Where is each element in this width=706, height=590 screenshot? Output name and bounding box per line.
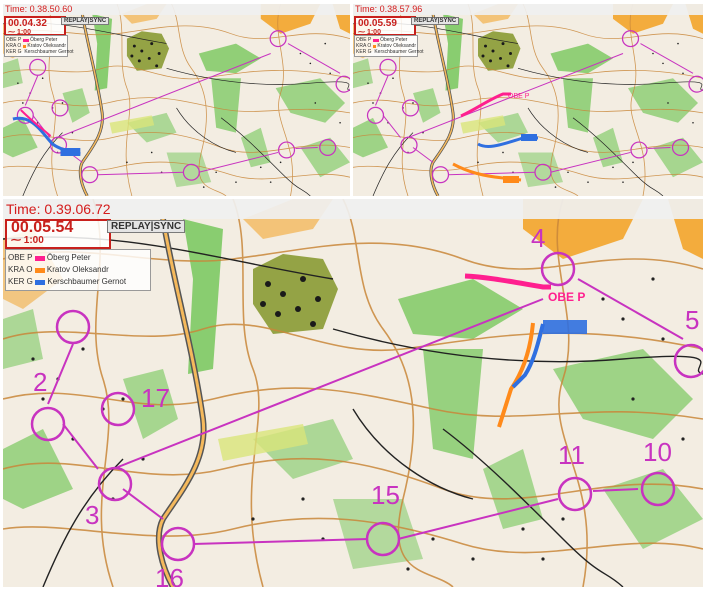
runner-tag-orange xyxy=(503,176,519,183)
replay-sync-button[interactable]: REPLAY|SYNC xyxy=(107,220,186,233)
replay-panel-top-right: OBE P Time: 0.38.57.96 00.05.59 ⁓ 1:00 R… xyxy=(353,4,703,196)
elapsed-clock-value: 00.05.54 xyxy=(11,219,74,236)
replay-label: REPLAY xyxy=(64,18,88,24)
elapsed-clock: 00.05.54 ⁓ 1:00 xyxy=(5,219,111,249)
replay-sync-button[interactable]: REPLAY|SYNC xyxy=(411,17,460,25)
runner-name: Kerschbaumer Gernot xyxy=(47,277,127,286)
runner-color-swatch xyxy=(372,38,379,42)
legend-row: KER G Kerschbaumer Gernot xyxy=(8,276,148,288)
runner-legend: OBE P Öberg Peter KRA O Kratov Oleksandr… xyxy=(5,249,151,291)
control-number: 10 xyxy=(643,437,672,467)
runner-code: KER G xyxy=(8,277,33,286)
track-tag: OBE P xyxy=(508,93,530,100)
replay-label: REPLAY xyxy=(111,221,151,232)
runner-tag-blue xyxy=(60,148,81,156)
control-number: 5 xyxy=(685,305,699,335)
replay-label: REPLAY xyxy=(414,18,438,24)
control-number: 3 xyxy=(85,500,99,530)
legend-row: KER G Kerschbaumer Gernot xyxy=(356,49,424,55)
runner-name: Kerschbaumer Gernot xyxy=(24,49,74,55)
legend-row: KRA O Kratov Oleksandr xyxy=(8,264,148,276)
time-readout: Time: 0.38.57.96 xyxy=(353,4,703,15)
runner-legend: OBE P Öberg Peter KRA O Kratov Oleksandr… xyxy=(354,35,424,57)
elapsed-clock: 00.05.59 ⁓ 1:00 xyxy=(354,16,416,36)
route-oberg xyxy=(460,92,511,118)
legend-row: OBE P Öberg Peter xyxy=(8,252,148,264)
elapsed-clock-value: 00.04.32 xyxy=(8,18,47,29)
runner-legend: OBE P Öberg Peter KRA O Kratov Oleksandr… xyxy=(4,35,74,57)
control-number: 2 xyxy=(33,367,47,397)
runner-name: Kerschbaumer Gernot xyxy=(374,49,424,55)
time-readout: Time: 0.39.06.72 xyxy=(3,199,703,219)
sync-label: SYNC xyxy=(439,18,457,24)
replay-sync-button[interactable]: REPLAY|SYNC xyxy=(61,17,110,25)
runner-color-swatch xyxy=(22,44,26,48)
sync-label: SYNC xyxy=(89,18,107,24)
elapsed-clock-value: 00.05.59 xyxy=(358,18,397,29)
runner-color-swatch xyxy=(34,267,45,273)
track-tag: OBE P xyxy=(548,290,585,304)
route-oberg xyxy=(20,109,52,137)
runner-code: KRA O xyxy=(8,265,33,274)
control-number: 11 xyxy=(558,440,585,470)
runner-code: OBE P xyxy=(8,253,33,262)
legend-row: KER G Kerschbaumer Gernot xyxy=(6,49,74,55)
scale-value: 1:00 xyxy=(23,235,44,246)
runner-name: Kratov Oleksandr xyxy=(46,265,109,274)
runner-color-swatch xyxy=(34,255,45,261)
control-number: 17 xyxy=(141,383,170,413)
elapsed-clock: 00.04.32 ⁓ 1:00 xyxy=(4,16,66,36)
replay-panel-main: 4 5 2 17 3 15 11 10 16 OBE P Time: 0.39.… xyxy=(3,199,703,587)
runner-tag-blue xyxy=(543,320,587,334)
control-number: 16 xyxy=(155,563,184,587)
sync-label: SYNC xyxy=(153,221,182,232)
runner-tag-blue xyxy=(521,134,537,141)
control-number: 15 xyxy=(371,480,400,510)
runner-color-swatch xyxy=(35,279,46,285)
control-number: 4 xyxy=(531,223,545,253)
time-readout: Time: 0.38.50.60 xyxy=(3,4,350,15)
scale-indicator: ⁓ 1:00 xyxy=(11,235,44,246)
runner-color-swatch xyxy=(22,38,29,42)
replay-panel-top-left: Time: 0.38.50.60 00.04.32 ⁓ 1:00 REPLAY|… xyxy=(3,4,350,196)
runner-code: KER G xyxy=(6,49,22,55)
runner-color-swatch xyxy=(372,44,376,48)
runner-code: KER G xyxy=(356,49,372,55)
runner-name: Öberg Peter xyxy=(46,253,91,262)
